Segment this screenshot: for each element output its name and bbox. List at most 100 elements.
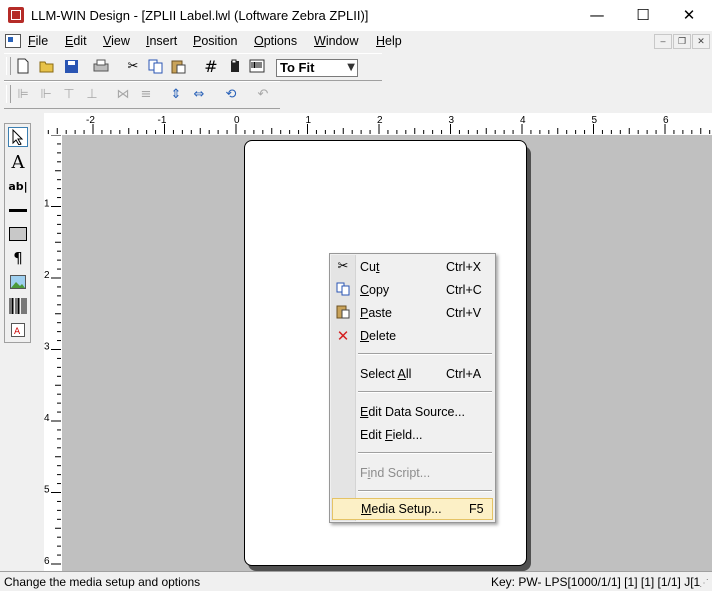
space-vertical-icon[interactable]: ≡: [137, 85, 155, 103]
align-left-icon[interactable]: ⊫: [14, 85, 32, 103]
ruler-label: 6: [663, 115, 669, 126]
horizontal-ruler: -2 -1 0 1 2 3 4 5 6: [44, 113, 712, 136]
menu-window[interactable]: Window: [314, 34, 358, 48]
menu-separator: [358, 452, 492, 454]
cut-icon[interactable]: ✂: [124, 57, 142, 75]
paragraph-tool-icon[interactable]: ¶: [8, 248, 28, 268]
minimize-button[interactable]: —: [574, 0, 620, 31]
rfid-tool-icon[interactable]: A: [8, 320, 28, 340]
toolbar-grip[interactable]: [6, 57, 11, 75]
context-item-delete[interactable]: ✕ Delete: [332, 325, 493, 347]
save-icon[interactable]: [62, 57, 80, 75]
open-icon[interactable]: [38, 57, 56, 75]
menu-separator: [358, 490, 492, 492]
mdi-minimize-button[interactable]: –: [654, 34, 672, 49]
delete-icon: ✕: [336, 327, 350, 345]
image-tool-icon[interactable]: [8, 272, 28, 292]
context-item-label: Copy: [360, 283, 390, 297]
shortcut-label: Ctrl+V: [446, 306, 482, 320]
menu-position[interactable]: Position: [193, 34, 237, 48]
text-tool-icon[interactable]: A: [8, 152, 28, 173]
context-item-edit-data-source[interactable]: Edit Data Source...: [332, 401, 493, 423]
alignment-toolbar: ⊫ ⊩ ⊤ ⊥ ⋈ ≡ ⇕ ⇔ ⟲ ↶: [4, 81, 280, 109]
ruler-label: -2: [86, 115, 95, 126]
document-icon[interactable]: [5, 34, 21, 48]
context-item-label: Paste: [360, 306, 392, 320]
properties-icon[interactable]: [226, 57, 244, 75]
ruler-label: 5: [44, 485, 50, 496]
context-item-media-setup[interactable]: Media Setup... F5: [332, 498, 493, 520]
tool-palette: A ab| ¶ A: [4, 123, 31, 343]
ruler-label: 6: [44, 556, 50, 567]
line-tool-icon[interactable]: [8, 200, 28, 220]
space-horizontal-icon[interactable]: ⋈: [114, 85, 132, 103]
paste-icon[interactable]: [170, 57, 188, 75]
copy-icon: [335, 282, 351, 298]
context-item-label: Delete: [360, 329, 397, 343]
print-icon[interactable]: [92, 57, 110, 75]
close-button[interactable]: ✕: [666, 0, 712, 31]
status-message: Change the media setup and options: [4, 575, 201, 589]
box-tool-icon[interactable]: [8, 224, 28, 244]
status-key-info: Key: PW- LPS[1000/1/1] [1] [1] [1/1] J[1: [491, 575, 701, 589]
status-bar: Change the media setup and options Key: …: [0, 571, 712, 591]
vertical-ruler: 1 2 3 4 5 6: [44, 135, 63, 571]
ruler-label: 3: [44, 342, 50, 353]
context-menu: ✂ Cut Ctrl+X Copy Ctrl+C Paste Ctrl+V ✕ …: [329, 253, 496, 523]
field-tool-icon[interactable]: ab|: [8, 176, 28, 196]
context-item-cut[interactable]: ✂ Cut Ctrl+X: [332, 256, 493, 278]
context-item-label: Media Setup...: [361, 502, 442, 516]
copy-icon[interactable]: [147, 57, 165, 75]
chevron-down-icon[interactable]: ▼: [347, 60, 355, 76]
mdi-restore-button[interactable]: ❐: [673, 34, 691, 49]
barcode-tool-icon[interactable]: [8, 296, 28, 316]
context-item-label: Find Script...: [360, 466, 431, 480]
context-item-copy[interactable]: Copy Ctrl+C: [332, 279, 493, 301]
menu-file[interactable]: File: [28, 34, 48, 48]
select-tool-icon[interactable]: [8, 127, 28, 147]
context-item-select-all[interactable]: Select All Ctrl+A: [332, 363, 493, 385]
menu-options[interactable]: Options: [254, 34, 297, 48]
context-item-edit-field[interactable]: Edit Field...: [332, 424, 493, 446]
context-item-find-script[interactable]: Find Script...: [332, 462, 493, 484]
title-bar: LLM-WIN Design - [ZPLII Label.lwl (Loftw…: [0, 0, 712, 32]
context-item-paste[interactable]: Paste Ctrl+V: [332, 302, 493, 324]
menu-help[interactable]: Help: [376, 34, 402, 48]
window-title: LLM-WIN Design - [ZPLII Label.lwl (Loftw…: [31, 8, 369, 23]
barcode-icon[interactable]: [248, 57, 266, 75]
paste-icon: [335, 305, 351, 321]
ruler-label: 3: [449, 115, 455, 126]
undo-icon[interactable]: ↶: [254, 85, 272, 103]
new-icon[interactable]: [14, 57, 32, 75]
zoom-value: To Fit: [280, 60, 315, 75]
context-item-label: Edit Data Source...: [360, 405, 465, 419]
rotate-icon[interactable]: ⟲: [222, 85, 240, 103]
menu-view[interactable]: View: [103, 34, 130, 48]
menu-edit[interactable]: Edit: [65, 34, 87, 48]
context-item-label: Cut: [360, 260, 380, 274]
zoom-select[interactable]: To Fit ▼: [276, 59, 358, 77]
app-logo-icon[interactable]: [8, 7, 24, 23]
center-horizontal-icon[interactable]: ⇔: [190, 85, 208, 103]
ruler-label: -1: [158, 115, 167, 126]
maximize-button[interactable]: ☐: [620, 0, 666, 31]
menu-separator: [358, 391, 492, 393]
grid-icon[interactable]: #: [202, 57, 220, 76]
ruler-label: 0: [234, 115, 240, 126]
shortcut-label: F5: [469, 502, 484, 516]
ruler-label: 2: [377, 115, 383, 126]
align-bottom-icon[interactable]: ⊥: [83, 85, 101, 103]
shortcut-label: Ctrl+X: [446, 260, 482, 274]
context-item-label: Select All: [360, 367, 412, 381]
toolbar-grip[interactable]: [6, 85, 11, 103]
cut-icon: ✂: [337, 259, 349, 274]
context-item-label: Edit Field...: [360, 428, 423, 442]
resize-grip-icon[interactable]: ⋰: [699, 578, 711, 590]
align-right-icon[interactable]: ⊩: [37, 85, 55, 103]
menu-insert[interactable]: Insert: [146, 34, 177, 48]
svg-text:A: A: [14, 327, 21, 337]
mdi-close-button[interactable]: ✕: [692, 34, 710, 49]
center-vertical-icon[interactable]: ⇕: [167, 85, 185, 103]
align-top-icon[interactable]: ⊤: [60, 85, 78, 103]
ruler-label: 4: [520, 115, 526, 126]
